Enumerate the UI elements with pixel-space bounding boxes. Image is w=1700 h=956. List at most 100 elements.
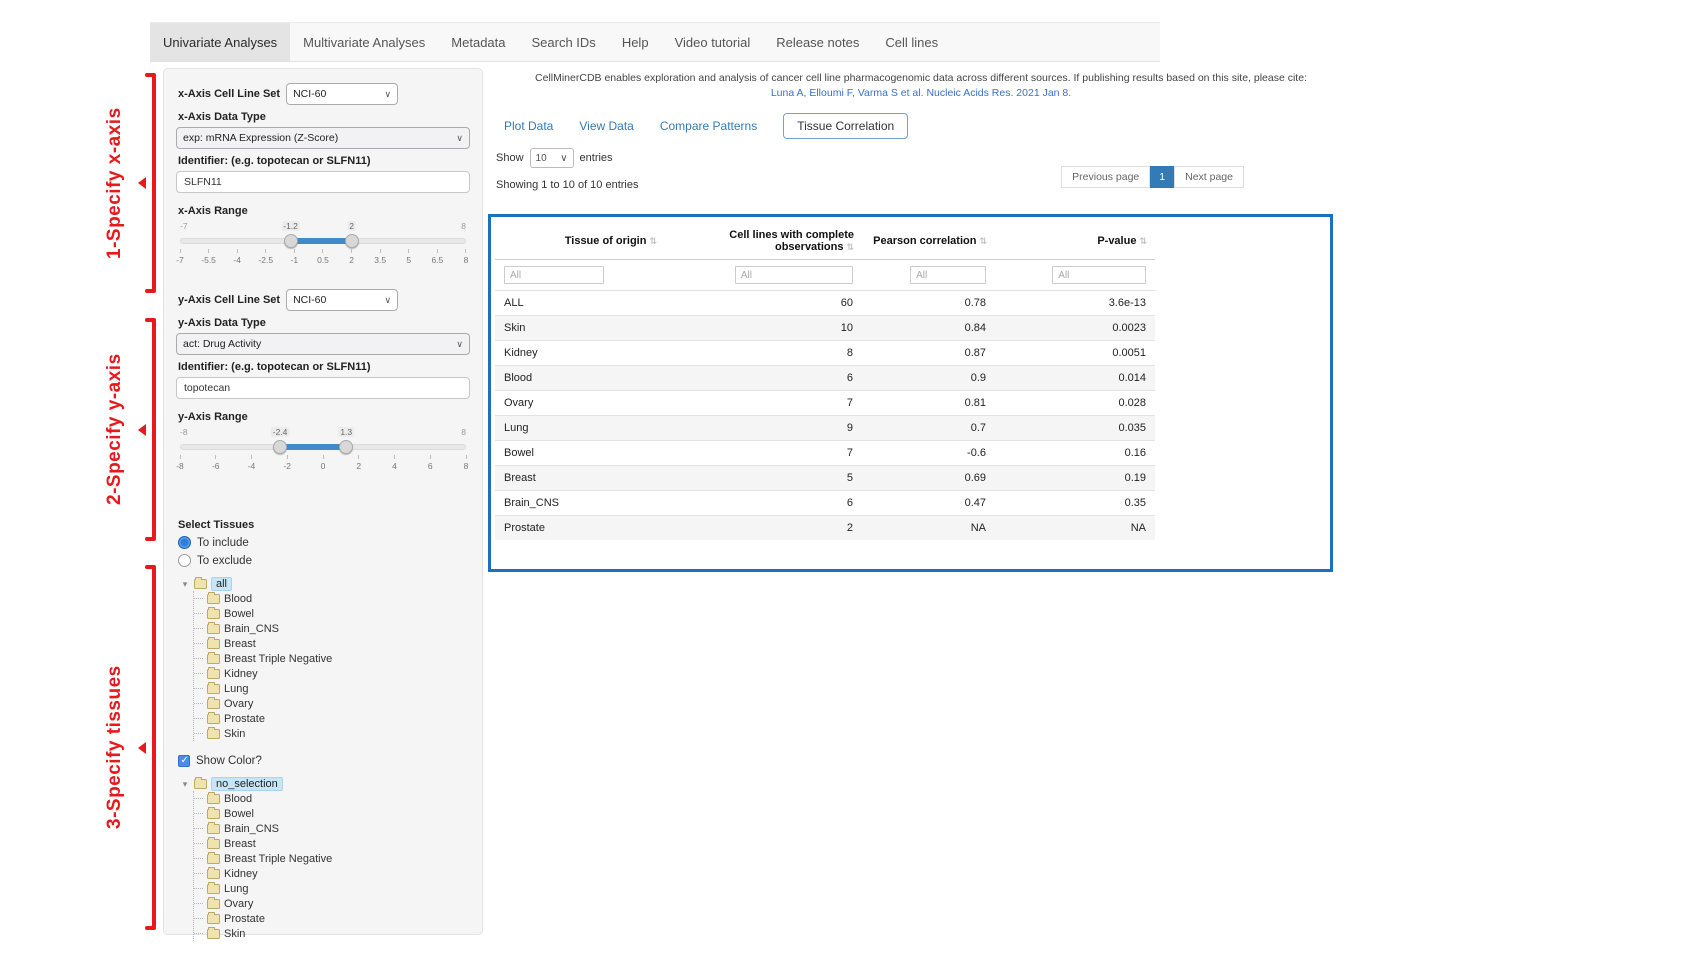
- tree-item[interactable]: Lung: [194, 681, 470, 696]
- nav-item[interactable]: Univariate Analyses: [150, 23, 290, 61]
- tissues-include-label: To include: [197, 537, 249, 549]
- show-color-checkbox-row[interactable]: Show Color?: [178, 755, 470, 767]
- nav-item[interactable]: Release notes: [763, 23, 872, 61]
- nav-item[interactable]: Help: [609, 23, 662, 61]
- cell-pearson: 0.69: [862, 466, 995, 491]
- previous-page-button[interactable]: Previous page: [1061, 166, 1150, 188]
- column-header[interactable]: Cell lines with complete observations⇅: [665, 222, 862, 260]
- tree-item[interactable]: Breast: [194, 836, 470, 851]
- y-identifier-input[interactable]: [176, 377, 470, 399]
- tab[interactable]: Compare Patterns: [660, 119, 757, 133]
- nav-item[interactable]: Metadata: [438, 23, 518, 61]
- tree-item-label: Prostate: [224, 913, 265, 925]
- tree-item[interactable]: Blood: [194, 591, 470, 606]
- tree-item[interactable]: Kidney: [194, 666, 470, 681]
- tissues-exclude-radio[interactable]: To exclude: [178, 554, 470, 567]
- y-range-max-label: 8: [461, 427, 466, 437]
- folder-icon: [207, 899, 220, 909]
- nav-item[interactable]: Video tutorial: [662, 23, 764, 61]
- tree-item[interactable]: Bowel: [194, 806, 470, 821]
- tree-children: Blood Bowel Brain_CNS Breast: [193, 591, 470, 741]
- tissues-include-radio[interactable]: To include: [178, 536, 470, 549]
- nav-item[interactable]: Cell lines: [872, 23, 951, 61]
- x-data-type-select[interactable]: exp: mRNA Expression (Z-Score) ∨: [176, 127, 470, 149]
- tab-label: Compare Patterns: [660, 119, 757, 133]
- filter-input-tissue[interactable]: [504, 266, 604, 284]
- table-row: Blood 6 0.9 0.014: [495, 366, 1155, 391]
- tab[interactable]: Plot Data: [504, 119, 553, 133]
- cell-count: 5: [665, 466, 862, 491]
- tree-item[interactable]: Blood: [194, 791, 470, 806]
- x-range-handle-to[interactable]: [345, 234, 359, 248]
- tree-root-all[interactable]: ▾ all: [180, 577, 470, 591]
- folder-icon: [207, 684, 220, 694]
- y-range-handle-to[interactable]: [339, 440, 353, 454]
- tree-item[interactable]: Skin: [194, 926, 470, 941]
- column-header[interactable]: Pearson correlation⇅: [862, 222, 995, 260]
- folder-icon: [207, 854, 220, 864]
- filter-input-pvalue[interactable]: [1052, 266, 1146, 284]
- tree-item[interactable]: Breast: [194, 636, 470, 651]
- tab-label: Plot Data: [504, 119, 553, 133]
- tree-item[interactable]: Kidney: [194, 866, 470, 881]
- cell-pvalue: 0.16: [995, 441, 1155, 466]
- column-header[interactable]: Tissue of origin⇅: [495, 222, 665, 260]
- y-data-type-select[interactable]: act: Drug Activity ∨: [176, 333, 470, 355]
- x-cell-line-set-select[interactable]: NCI-60 ∨: [286, 83, 398, 105]
- tree-root-no-selection[interactable]: ▾ no_selection: [180, 777, 470, 791]
- tab[interactable]: View Data: [579, 119, 633, 133]
- table-row: Kidney 8 0.87 0.0051: [495, 341, 1155, 366]
- nav-item[interactable]: Multivariate Analyses: [290, 23, 438, 61]
- cell-pearson: 0.84: [862, 316, 995, 341]
- chevron-down-icon: ∨: [456, 133, 463, 144]
- x-range-slider[interactable]: -7 8 -1.2 2 -7-5.5-4-2.5-10.523.556.58: [180, 221, 466, 273]
- filter-input-cell-lines[interactable]: [735, 266, 853, 284]
- nav-item[interactable]: Search IDs: [519, 23, 609, 61]
- filter-input-pearson[interactable]: [910, 266, 986, 284]
- tree-item[interactable]: Bowel: [194, 606, 470, 621]
- table-row: Skin 10 0.84 0.0023: [495, 316, 1155, 341]
- tree-item[interactable]: Breast Triple Negative: [194, 851, 470, 866]
- tree-item[interactable]: Brain_CNS: [194, 621, 470, 636]
- tree-item[interactable]: Lung: [194, 881, 470, 896]
- x-range-track[interactable]: [180, 238, 466, 244]
- x-range-from-label: -1.2: [281, 221, 300, 231]
- folder-icon: [207, 669, 220, 679]
- y-range-slider[interactable]: -8 8 -2.4 1.3 -8-6-4-202468: [180, 427, 466, 479]
- x-range-ticks: -7-5.5-4-2.5-10.523.556.58: [180, 249, 466, 265]
- tree-item[interactable]: Prostate: [194, 911, 470, 926]
- tree-expand-icon[interactable]: ▾: [180, 779, 190, 790]
- table-row: Prostate 2 NA NA: [495, 516, 1155, 541]
- folder-icon: [207, 654, 220, 664]
- x-identifier-input[interactable]: [176, 171, 470, 193]
- tree-item[interactable]: Prostate: [194, 711, 470, 726]
- tissue-color-tree: ▾ no_selection Blood Bowel: [180, 777, 470, 941]
- tree-item-label: Blood: [224, 593, 252, 605]
- x-range-handle-from[interactable]: [284, 234, 298, 248]
- next-page-button[interactable]: Next page: [1174, 166, 1244, 188]
- current-page-button[interactable]: 1: [1150, 166, 1174, 188]
- y-cell-line-set-select[interactable]: NCI-60 ∨: [286, 289, 398, 311]
- cell-tissue: Ovary: [495, 391, 665, 416]
- tab[interactable]: Tissue Correlation: [783, 113, 908, 139]
- tree-item[interactable]: Brain_CNS: [194, 821, 470, 836]
- select-tissues-label: Select Tissues: [178, 519, 470, 531]
- column-header[interactable]: P-value⇅: [995, 222, 1155, 260]
- tree-item[interactable]: Skin: [194, 726, 470, 741]
- control-sidebar: x-Axis Cell Line Set NCI-60 ∨ x-Axis Dat…: [163, 68, 483, 935]
- y-range-track[interactable]: [180, 444, 466, 450]
- tree-item[interactable]: Breast Triple Negative: [194, 651, 470, 666]
- tree-item-label: Kidney: [224, 868, 258, 880]
- annotation-brace-3: [140, 565, 156, 930]
- entries-select-value: 10: [536, 153, 547, 164]
- tree-expand-icon[interactable]: ▾: [180, 579, 190, 590]
- tree-item-label: Bowel: [224, 808, 254, 820]
- tree-item[interactable]: Ovary: [194, 896, 470, 911]
- cell-count: 10: [665, 316, 862, 341]
- tree-item[interactable]: Ovary: [194, 696, 470, 711]
- folder-icon: [207, 914, 220, 924]
- entries-select[interactable]: 10 ∨: [530, 148, 574, 168]
- citation-link[interactable]: Luna A, Elloumi F, Varma S et al. Nuclei…: [490, 87, 1352, 99]
- cell-count: 2: [665, 516, 862, 541]
- y-range-handle-from[interactable]: [273, 440, 287, 454]
